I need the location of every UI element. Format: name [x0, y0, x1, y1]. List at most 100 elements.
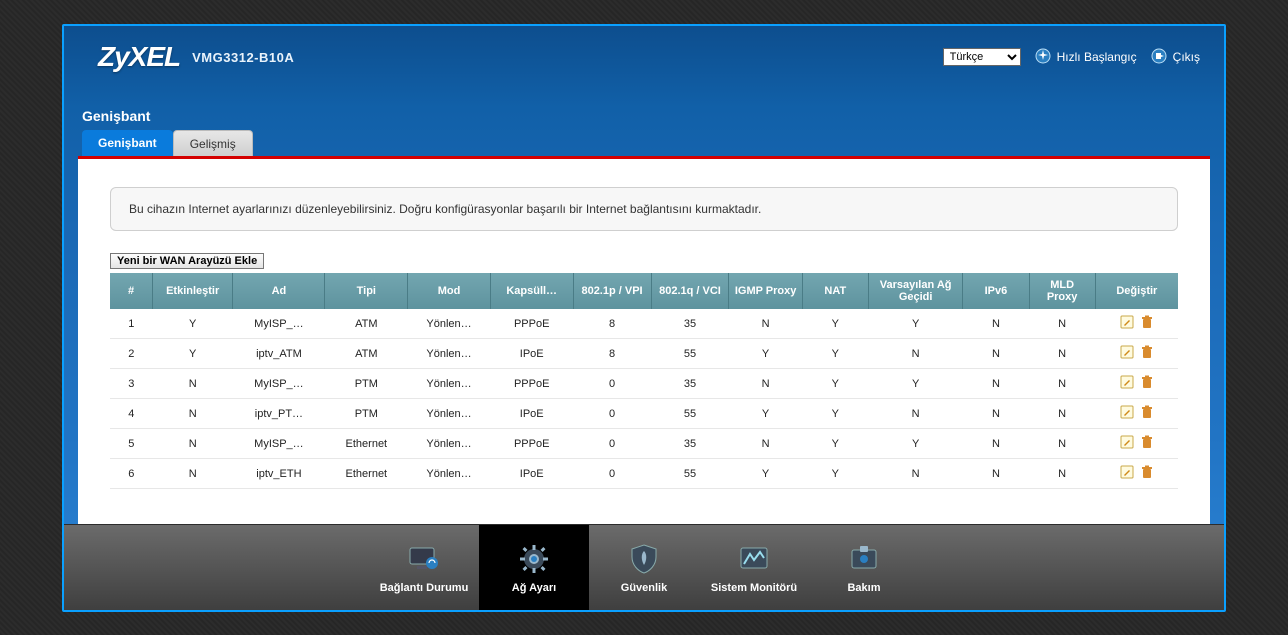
cell-mode: Yönlen… — [408, 309, 491, 339]
cell-mode: Yönlen… — [408, 429, 491, 459]
cell-actions — [1095, 309, 1178, 339]
delete-icon[interactable] — [1140, 405, 1154, 419]
cell-gw: Y — [868, 429, 963, 459]
table-row: 6Niptv_ETHEthernetYönlen…IPoE055YYNNN — [110, 459, 1178, 489]
topbar-right: Türkçe Hızlı Başlangıç Çıkış — [943, 48, 1200, 67]
cell-gw: N — [868, 459, 963, 489]
cell-mld: N — [1029, 459, 1095, 489]
cell-vpi: 0 — [573, 429, 651, 459]
col-vci: 802.1q / VCI — [651, 273, 729, 309]
delete-icon[interactable] — [1140, 435, 1154, 449]
cell-mode: Yönlen… — [408, 459, 491, 489]
cell-idx: 6 — [110, 459, 153, 489]
description-box: Bu cihazın Internet ayarlarınızı düzenle… — [110, 187, 1178, 231]
nav-label: Güvenlik — [621, 582, 667, 594]
nav-network-settings[interactable]: Ağ Ayarı — [479, 525, 589, 610]
cell-mode: Yönlen… — [408, 399, 491, 429]
delete-icon[interactable] — [1140, 345, 1154, 359]
nav-label: Bağlantı Durumu — [380, 582, 469, 594]
cell-mld: N — [1029, 429, 1095, 459]
cell-ipv6: N — [963, 399, 1029, 429]
edit-icon[interactable] — [1120, 465, 1134, 479]
cell-igmp: N — [729, 369, 802, 399]
cell-vpi: 8 — [573, 339, 651, 369]
col-enable: Etkinleştir — [153, 273, 233, 309]
cell-ipv6: N — [963, 429, 1029, 459]
cell-nat: Y — [802, 399, 868, 429]
content-outer: Genişbant Genişbant Gelişmiş Bu cihazın … — [64, 88, 1224, 524]
cell-igmp: Y — [729, 399, 802, 429]
logout-icon — [1151, 48, 1167, 67]
nav-maintenance[interactable]: Bakım — [809, 525, 919, 610]
cell-vpi: 0 — [573, 399, 651, 429]
delete-icon[interactable] — [1140, 465, 1154, 479]
col-igmp: IGMP Proxy — [729, 273, 802, 309]
delete-icon[interactable] — [1140, 375, 1154, 389]
col-encap: Kapsüll… — [490, 273, 573, 309]
col-type: Tipi — [325, 273, 408, 309]
logout-label: Çıkış — [1173, 50, 1200, 64]
edit-icon[interactable] — [1120, 315, 1134, 329]
cell-vci: 35 — [651, 309, 729, 339]
cell-encap: IPoE — [490, 339, 573, 369]
cell-encap: PPPoE — [490, 369, 573, 399]
cell-type: Ethernet — [325, 459, 408, 489]
cell-idx: 1 — [110, 309, 153, 339]
cell-mode: Yönlen… — [408, 369, 491, 399]
edit-icon[interactable] — [1120, 345, 1134, 359]
cell-ipv6: N — [963, 369, 1029, 399]
cell-mld: N — [1029, 399, 1095, 429]
page-title: Genişbant — [82, 108, 1210, 124]
bottom-nav: Bağlantı Durumu Ağ Ayarı Güvenlik Sistem… — [64, 524, 1224, 610]
cell-igmp: N — [729, 429, 802, 459]
quick-start-link[interactable]: Hızlı Başlangıç — [1035, 48, 1137, 67]
cell-vpi: 0 — [573, 369, 651, 399]
cell-enable: Y — [153, 339, 233, 369]
add-wan-button[interactable]: Yeni bir WAN Arayüzü Ekle — [110, 253, 264, 269]
col-mld: MLD Proxy — [1029, 273, 1095, 309]
cell-nat: Y — [802, 339, 868, 369]
wan-table: # Etkinleştir Ad Tipi Mod Kapsüll… 802.1… — [110, 273, 1178, 489]
top-bar: ZyXEL VMG3312-B10A Türkçe Hızlı Başlangı… — [64, 26, 1224, 88]
cell-igmp: Y — [729, 459, 802, 489]
tab-gelismis[interactable]: Gelişmiş — [173, 130, 253, 156]
cell-enable: N — [153, 399, 233, 429]
cell-name: MyISP_… — [233, 369, 325, 399]
nav-system-monitor[interactable]: Sistem Monitörü — [699, 525, 809, 610]
language-select[interactable]: Türkçe — [943, 48, 1021, 66]
cell-encap: PPPoE — [490, 429, 573, 459]
col-nat: NAT — [802, 273, 868, 309]
tools-icon — [847, 542, 881, 576]
cell-enable: N — [153, 429, 233, 459]
edit-icon[interactable] — [1120, 435, 1134, 449]
brand-logo: ZyXEL — [98, 41, 180, 73]
nav-connection-status[interactable]: Bağlantı Durumu — [369, 525, 479, 610]
col-vpi: 802.1p / VPI — [573, 273, 651, 309]
cell-mld: N — [1029, 369, 1095, 399]
logout-link[interactable]: Çıkış — [1151, 48, 1200, 67]
cell-actions — [1095, 399, 1178, 429]
nav-security[interactable]: Güvenlik — [589, 525, 699, 610]
cell-enable: N — [153, 459, 233, 489]
col-modify: Değiştir — [1095, 273, 1178, 309]
edit-icon[interactable] — [1120, 405, 1134, 419]
delete-icon[interactable] — [1140, 315, 1154, 329]
tab-genisbant[interactable]: Genişbant — [82, 130, 173, 156]
edit-icon[interactable] — [1120, 375, 1134, 389]
cell-nat: Y — [802, 309, 868, 339]
wan-table-head: # Etkinleştir Ad Tipi Mod Kapsüll… 802.1… — [110, 273, 1178, 309]
cell-gw: N — [868, 399, 963, 429]
cell-name: iptv_PT… — [233, 399, 325, 429]
wan-table-body: 1YMyISP_…ATMYönlen…PPPoE835NYYNN2Yiptv_A… — [110, 309, 1178, 489]
gear-icon — [517, 542, 551, 576]
table-row: 2Yiptv_ATMATMYönlen…IPoE855YYNNN — [110, 339, 1178, 369]
table-row: 3NMyISP_…PTMYönlen…PPPoE035NYYNN — [110, 369, 1178, 399]
cell-igmp: Y — [729, 339, 802, 369]
cell-encap: PPPoE — [490, 309, 573, 339]
chart-icon — [737, 542, 771, 576]
cell-gw: Y — [868, 309, 963, 339]
cell-idx: 4 — [110, 399, 153, 429]
tabs-row: Genişbant Gelişmiş — [78, 130, 1210, 156]
cell-nat: Y — [802, 459, 868, 489]
content-scroll[interactable]: Genişbant Genişbant Gelişmiş Bu cihazın … — [78, 88, 1210, 524]
